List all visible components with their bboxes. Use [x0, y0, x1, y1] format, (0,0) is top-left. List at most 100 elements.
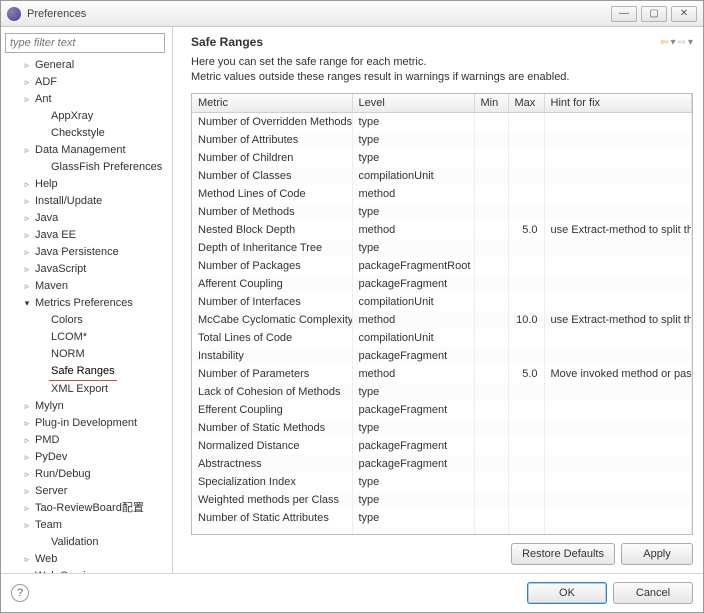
cell-max[interactable] [508, 149, 544, 167]
table-row[interactable]: Total Lines of CodecompilationUnit [192, 329, 692, 347]
cell-hint[interactable] [544, 509, 692, 527]
cell-min[interactable] [474, 257, 508, 275]
cell-max[interactable] [508, 329, 544, 347]
tree-item[interactable]: ▹ADF [5, 74, 168, 91]
tree-arrow-icon[interactable]: ▹ [21, 210, 33, 227]
cell-hint[interactable] [544, 455, 692, 473]
cell-max[interactable] [508, 473, 544, 491]
tree-item[interactable]: ▹Safe Ranges [5, 363, 168, 381]
cell-metric[interactable]: Number of Packages [192, 257, 352, 275]
cell-hint[interactable] [544, 437, 692, 455]
col-max[interactable]: Max [508, 94, 544, 113]
tree-item[interactable]: ▹PyDev [5, 449, 168, 466]
cell-metric[interactable] [192, 527, 352, 536]
table-row[interactable]: Lack of Cohesion of Methodstype [192, 383, 692, 401]
cell-level[interactable]: method [352, 311, 474, 329]
cell-metric[interactable]: Normalized Distance [192, 437, 352, 455]
tree-item[interactable]: ▹JavaScript [5, 261, 168, 278]
tree-item[interactable]: ▹Java Persistence [5, 244, 168, 261]
cell-max[interactable] [508, 437, 544, 455]
help-icon[interactable]: ? [11, 584, 29, 602]
tree-item[interactable]: ▹Web [5, 551, 168, 568]
tree-item[interactable]: ▹PMD [5, 432, 168, 449]
tree-item[interactable]: ▹Tao-ReviewBoard配置 [5, 500, 168, 517]
cell-min[interactable] [474, 383, 508, 401]
cell-hint[interactable] [544, 491, 692, 509]
col-level[interactable]: Level [352, 94, 474, 113]
table-row[interactable]: Nested Block Depthmethod5.0use Extract-m… [192, 221, 692, 239]
table-row[interactable]: Number of Static Attributestype [192, 509, 692, 527]
table-row[interactable]: Number of Parametersmethod5.0Move invoke… [192, 365, 692, 383]
table-row[interactable]: Number of Static Methodstype [192, 419, 692, 437]
cell-min[interactable] [474, 527, 508, 536]
table-row[interactable]: Depth of Inheritance Treetype [192, 239, 692, 257]
cell-max[interactable] [508, 527, 544, 536]
cell-hint[interactable] [544, 329, 692, 347]
cell-level[interactable]: type [352, 131, 474, 149]
cell-level[interactable]: packageFragment [352, 455, 474, 473]
tree-arrow-icon[interactable]: ▹ [21, 193, 33, 210]
cell-level[interactable]: method [352, 221, 474, 239]
tree-arrow-icon[interactable]: ▹ [21, 466, 33, 483]
tree-arrow-icon[interactable]: ▹ [21, 142, 33, 159]
tree-item[interactable]: ▹Colors [5, 312, 168, 329]
cell-level[interactable]: type [352, 113, 474, 131]
tree-item[interactable]: ▹GlassFish Preferences [5, 159, 168, 176]
forward-icon[interactable]: ⇨ [678, 37, 686, 48]
cell-min[interactable] [474, 131, 508, 149]
cell-hint[interactable] [544, 113, 692, 131]
cell-metric[interactable]: Abstractness [192, 455, 352, 473]
cell-metric[interactable]: Method Lines of Code [192, 185, 352, 203]
cell-max[interactable] [508, 239, 544, 257]
col-min[interactable]: Min [474, 94, 508, 113]
cell-metric[interactable]: Specialization Index [192, 473, 352, 491]
cell-min[interactable] [474, 347, 508, 365]
cell-metric[interactable]: Number of Static Methods [192, 419, 352, 437]
cell-hint[interactable] [544, 527, 692, 536]
tree-item[interactable]: ▹Data Management [5, 142, 168, 159]
tree-arrow-icon[interactable]: ▹ [21, 278, 33, 295]
table-row[interactable]: Number of InterfacescompilationUnit [192, 293, 692, 311]
cell-min[interactable] [474, 437, 508, 455]
cell-max[interactable] [508, 419, 544, 437]
table-row[interactable]: Number of PackagespackageFragmentRoot [192, 257, 692, 275]
cell-hint[interactable] [544, 473, 692, 491]
cell-min[interactable] [474, 419, 508, 437]
cell-level[interactable]: type [352, 473, 474, 491]
table-row[interactable]: Number of Methodstype [192, 203, 692, 221]
cell-min[interactable] [474, 221, 508, 239]
cell-level[interactable]: packageFragmentRoot [352, 257, 474, 275]
cell-max[interactable]: 5.0 [508, 221, 544, 239]
cell-max[interactable] [508, 293, 544, 311]
cell-level[interactable]: packageFragment [352, 437, 474, 455]
cell-min[interactable] [474, 491, 508, 509]
cell-level[interactable]: compilationUnit [352, 329, 474, 347]
tree-item[interactable]: ▹Install/Update [5, 193, 168, 210]
cell-metric[interactable]: Afferent Coupling [192, 275, 352, 293]
cell-hint[interactable] [544, 185, 692, 203]
cell-metric[interactable]: Efferent Coupling [192, 401, 352, 419]
cell-metric[interactable]: McCabe Cyclomatic Complexity [192, 311, 352, 329]
cell-min[interactable] [474, 275, 508, 293]
table-row[interactable]: Afferent CouplingpackageFragment [192, 275, 692, 293]
cell-min[interactable] [474, 473, 508, 491]
cell-level[interactable]: type [352, 239, 474, 257]
forward-menu-icon[interactable]: ▾ [688, 37, 693, 48]
table-row[interactable]: McCabe Cyclomatic Complexitymethod10.0us… [192, 311, 692, 329]
tree-arrow-icon[interactable]: ▹ [21, 500, 33, 517]
tree-item[interactable]: ▹Validation [5, 534, 168, 551]
tree-item[interactable]: ▹Mylyn [5, 398, 168, 415]
cell-metric[interactable]: Number of Overridden Methods [192, 113, 352, 131]
tree-arrow-icon[interactable]: ▾ [21, 295, 33, 312]
cell-metric[interactable]: Number of Parameters [192, 365, 352, 383]
cell-max[interactable]: 10.0 [508, 311, 544, 329]
tree-arrow-icon[interactable]: ▹ [21, 432, 33, 449]
cell-level[interactable]: method [352, 365, 474, 383]
tree-arrow-icon[interactable]: ▹ [21, 244, 33, 261]
cell-level[interactable]: compilationUnit [352, 293, 474, 311]
tree-item[interactable]: ▹Help [5, 176, 168, 193]
metrics-table-wrap[interactable]: Metric Level Min Max Hint for fix Number… [191, 93, 693, 535]
tree-arrow-icon[interactable]: ▹ [21, 74, 33, 91]
table-row[interactable]: Normalized DistancepackageFragment [192, 437, 692, 455]
tree-item[interactable]: ▹Checkstyle [5, 125, 168, 142]
